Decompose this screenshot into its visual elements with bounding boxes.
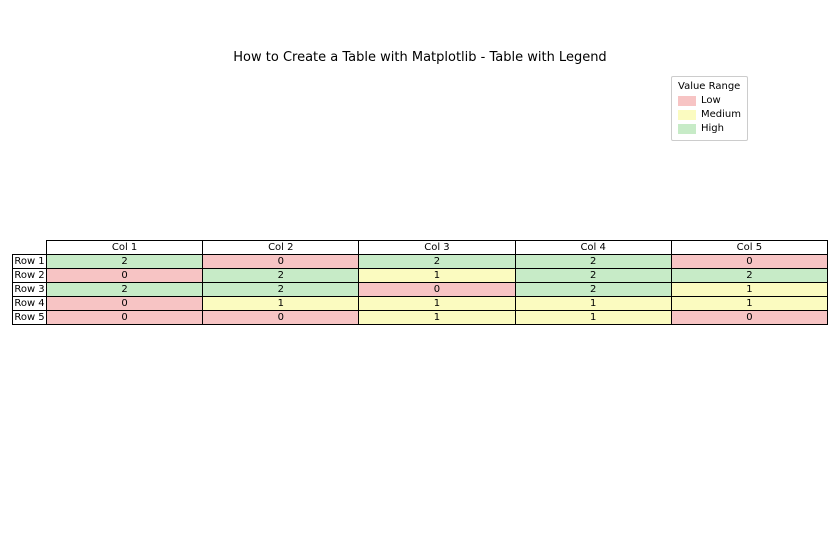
page-title: How to Create a Table with Matplotlib - … — [0, 50, 840, 65]
legend-item-low: Low — [678, 94, 741, 108]
cell: 2 — [203, 269, 359, 283]
cell: 1 — [515, 297, 671, 311]
table-row: Row 2 0 2 1 2 2 — [13, 269, 828, 283]
cell: 1 — [203, 297, 359, 311]
col-header: Col 4 — [515, 241, 671, 255]
table-header-row: Col 1 Col 2 Col 3 Col 4 Col 5 — [13, 241, 828, 255]
table-row: Row 5 0 0 1 1 0 — [13, 311, 828, 325]
data-table: Col 1 Col 2 Col 3 Col 4 Col 5 Row 1 2 0 … — [12, 240, 828, 325]
cell: 2 — [515, 269, 671, 283]
legend-title: Value Range — [678, 81, 741, 92]
swatch-icon — [678, 124, 696, 134]
cell: 2 — [359, 255, 515, 269]
row-header: Row 4 — [13, 297, 47, 311]
cell: 1 — [671, 297, 827, 311]
legend-item-high: High — [678, 122, 741, 136]
cell: 2 — [47, 283, 203, 297]
row-header: Row 3 — [13, 283, 47, 297]
row-header: Row 5 — [13, 311, 47, 325]
row-header: Row 2 — [13, 269, 47, 283]
legend: Value Range Low Medium High — [671, 76, 748, 141]
table-row: Row 3 2 2 0 2 1 — [13, 283, 828, 297]
cell: 0 — [359, 283, 515, 297]
cell: 0 — [47, 311, 203, 325]
cell: 2 — [515, 255, 671, 269]
row-header: Row 1 — [13, 255, 47, 269]
cell: 0 — [47, 269, 203, 283]
cell: 1 — [359, 269, 515, 283]
legend-label: High — [701, 122, 724, 136]
col-header: Col 5 — [671, 241, 827, 255]
cell: 0 — [47, 297, 203, 311]
swatch-icon — [678, 96, 696, 106]
cell: 0 — [671, 311, 827, 325]
cell: 2 — [47, 255, 203, 269]
cell: 2 — [515, 283, 671, 297]
col-header: Col 1 — [47, 241, 203, 255]
cell: 1 — [671, 283, 827, 297]
table-row: Row 4 0 1 1 1 1 — [13, 297, 828, 311]
cell: 0 — [203, 311, 359, 325]
cell: 2 — [671, 269, 827, 283]
legend-item-medium: Medium — [678, 108, 741, 122]
legend-label: Low — [701, 94, 721, 108]
table-corner — [13, 241, 47, 255]
cell: 1 — [359, 297, 515, 311]
cell: 2 — [203, 283, 359, 297]
cell: 1 — [515, 311, 671, 325]
col-header: Col 3 — [359, 241, 515, 255]
cell: 0 — [671, 255, 827, 269]
swatch-icon — [678, 110, 696, 120]
table-row: Row 1 2 0 2 2 0 — [13, 255, 828, 269]
legend-label: Medium — [701, 108, 741, 122]
cell: 0 — [203, 255, 359, 269]
col-header: Col 2 — [203, 241, 359, 255]
cell: 1 — [359, 311, 515, 325]
